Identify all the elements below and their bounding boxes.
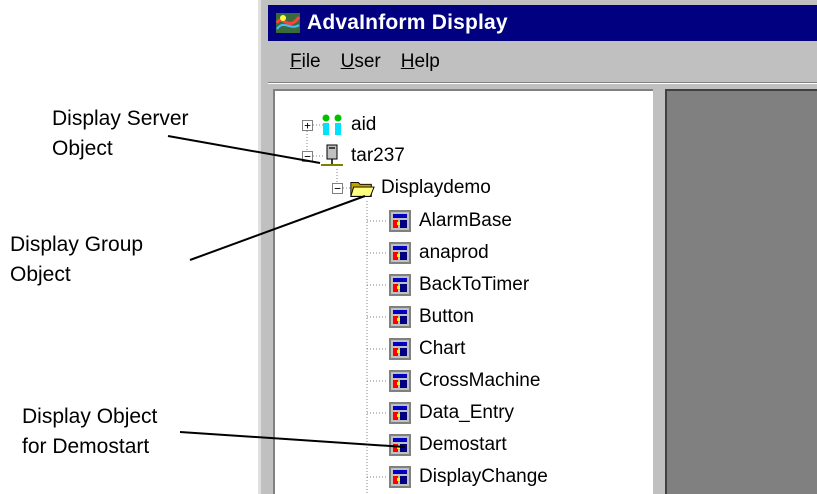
tree-node-display[interactable]: Demostart [387, 429, 507, 461]
tree-node-display[interactable]: Data_Entry [387, 397, 514, 429]
tree-node-display[interactable]: AlarmBase [387, 205, 512, 237]
display-icon [387, 304, 413, 330]
tree-node-label: AlarmBase [419, 210, 512, 231]
collapse-tar237-button[interactable]: − [302, 151, 313, 162]
menu-file[interactable]: File [290, 51, 321, 73]
menu-accel: H [400, 51, 415, 72]
tree-node-label: DisplayChange [419, 466, 548, 487]
tree-node-display[interactable]: Chart [387, 333, 465, 365]
callout-display-group: Display Group Object [10, 230, 143, 290]
callout-line-1: Display Object [22, 405, 158, 428]
menu-accel: U [340, 51, 355, 72]
display-icon [387, 272, 413, 298]
tree-node-displaydemo[interactable]: Displaydemo [349, 172, 491, 204]
menu-user[interactable]: User [341, 51, 381, 73]
tree-node-tar237[interactable]: tar237 [319, 140, 405, 172]
expand-aid-button[interactable]: + [302, 120, 313, 131]
callout-line-2: Object [10, 263, 71, 286]
display-icon [387, 208, 413, 234]
title-bar[interactable]: AdvaInform Display [268, 5, 817, 41]
tree-node-aid[interactable]: aid [319, 109, 376, 141]
display-view-pane[interactable] [665, 89, 817, 494]
tree-node-label: CrossMachine [419, 370, 541, 391]
callout-display-server: Display Server Object [52, 104, 189, 164]
display-icon [387, 240, 413, 266]
tree-node-display[interactable]: Button [387, 301, 474, 333]
display-icon [387, 336, 413, 362]
tree-node-label: Data_Entry [419, 402, 515, 423]
app-window: AdvaInform Display File User Help + − − … [258, 0, 817, 494]
tree-node-label: aid [351, 114, 377, 135]
tree-node-label: Demostart [419, 434, 507, 455]
tree-node-label: anaprod [419, 242, 489, 263]
open-folder-icon [349, 175, 375, 201]
tree-node-display[interactable]: CrossMachine [387, 365, 540, 397]
display-icon [387, 368, 413, 394]
tree-node-display[interactable]: anaprod [387, 237, 489, 269]
tree-node-display[interactable]: BackToTimer [387, 269, 529, 301]
advainform-app-icon [273, 8, 303, 38]
network-computer-icon [319, 143, 345, 169]
users-icon [319, 112, 345, 138]
menu-label: ser [354, 51, 381, 72]
tree-node-label: Chart [419, 338, 466, 359]
display-icon [387, 400, 413, 426]
callout-line-2: for Demostart [22, 435, 150, 458]
menu-label: ile [301, 51, 321, 72]
tree-node-display[interactable]: DisplayChange [387, 461, 548, 493]
tree-view[interactable]: + − − aid tar237 Displaydemo AlarmBase a… [273, 89, 653, 494]
menu-help[interactable]: Help [401, 51, 440, 73]
tree-node-label: BackToTimer [419, 274, 530, 295]
tree-node-label: Displaydemo [381, 177, 491, 198]
callout-line-2: Object [52, 137, 113, 160]
menu-label: elp [414, 51, 440, 72]
menu-divider [268, 82, 817, 84]
callout-line-1: Display Group [10, 233, 144, 256]
tree-node-label: tar237 [351, 145, 405, 166]
window-title: AdvaInform Display [307, 11, 508, 34]
collapse-displaydemo-button[interactable]: − [332, 183, 343, 194]
display-icon [387, 464, 413, 490]
menu-accel: F [290, 51, 302, 72]
display-icon [387, 432, 413, 458]
figure: Display Server Object Display Group Obje… [0, 0, 817, 494]
callout-line-1: Display Server [52, 107, 189, 130]
tree-node-label: Button [419, 306, 474, 327]
callout-display-object: Display Object for Demostart [22, 402, 157, 462]
menu-bar: File User Help [268, 45, 817, 79]
